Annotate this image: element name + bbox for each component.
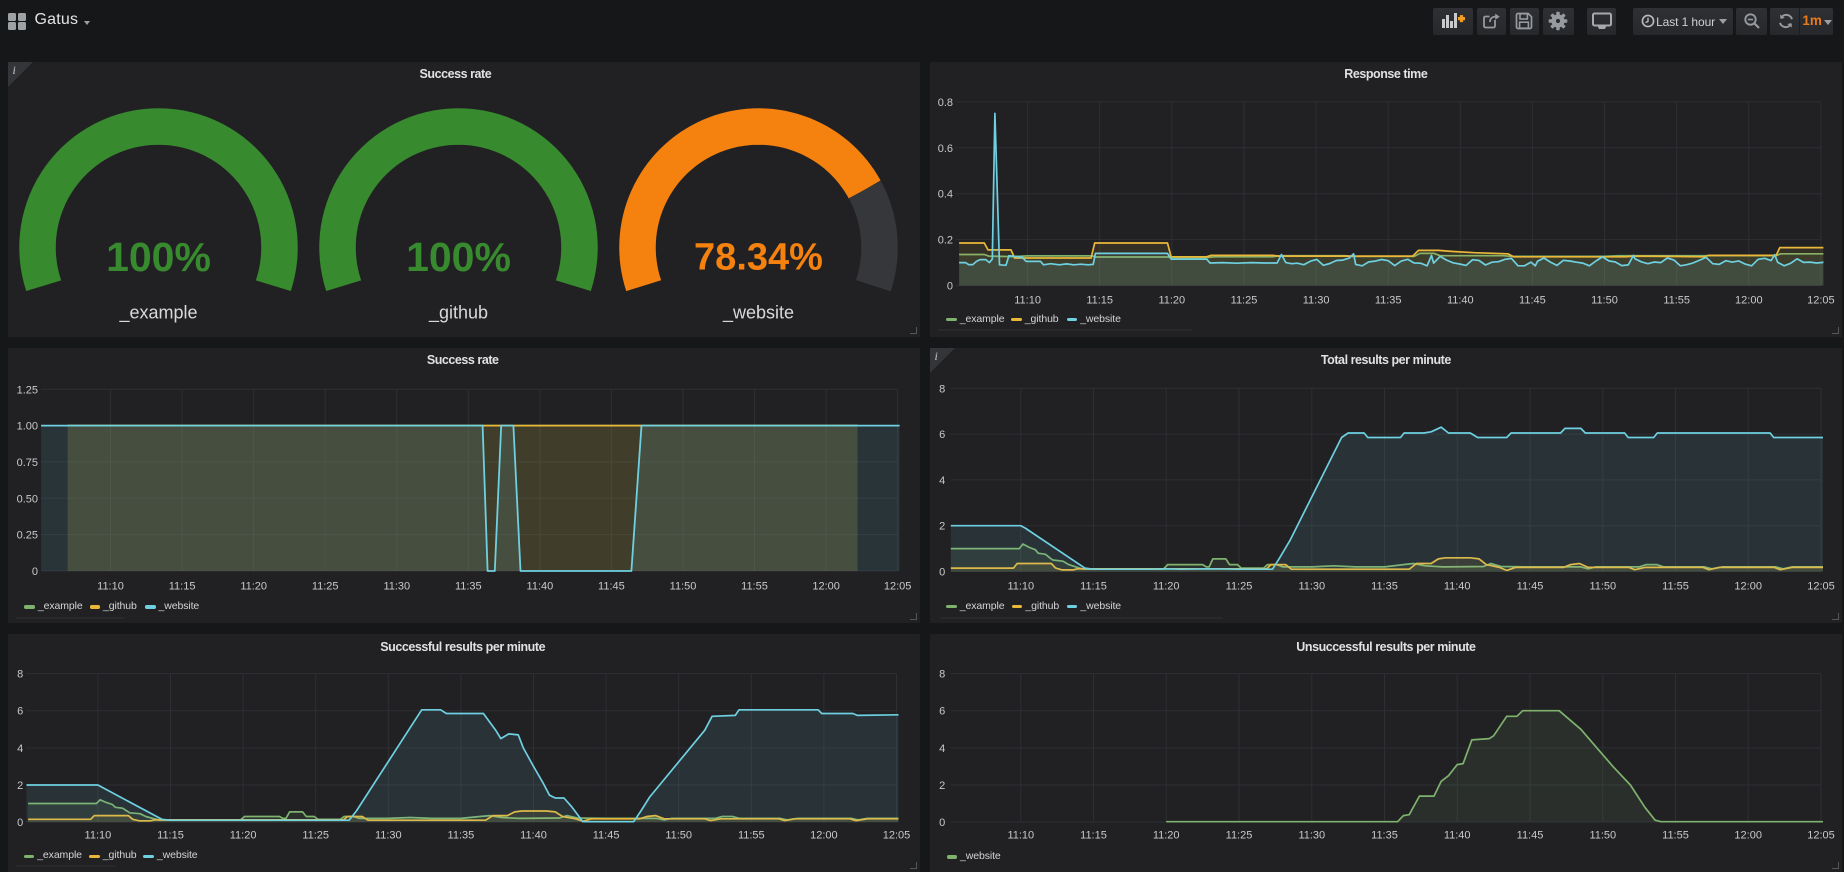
svg-text:8: 8: [939, 383, 945, 395]
svg-text:11:15: 11:15: [1080, 830, 1107, 842]
svg-text:11:40: 11:40: [1447, 294, 1474, 306]
svg-text:0.2: 0.2: [938, 234, 953, 246]
svg-text:11:20: 11:20: [1153, 830, 1180, 842]
svg-text:12:00: 12:00: [1735, 294, 1763, 306]
svg-text:11:25: 11:25: [302, 830, 329, 842]
svg-text:11:45: 11:45: [1519, 294, 1546, 306]
svg-text:11:25: 11:25: [1231, 294, 1258, 306]
svg-text:0.6: 0.6: [938, 142, 953, 154]
svg-text:11:40: 11:40: [520, 830, 547, 842]
svg-text:11:50: 11:50: [665, 830, 692, 842]
svg-text:4: 4: [939, 743, 945, 755]
svg-text:12:00: 12:00: [810, 830, 838, 842]
svg-text:11:40: 11:40: [527, 580, 554, 592]
svg-text:78.34%: 78.34%: [694, 236, 823, 278]
svg-text:11:30: 11:30: [383, 580, 410, 592]
svg-text:0: 0: [947, 280, 953, 292]
svg-text:12:00: 12:00: [1734, 580, 1762, 592]
svg-text:12:05: 12:05: [1807, 830, 1835, 842]
svg-text:11:15: 11:15: [1080, 580, 1107, 592]
svg-text:11:35: 11:35: [1371, 830, 1398, 842]
svg-text:11:25: 11:25: [1226, 830, 1253, 842]
svg-text:12:05: 12:05: [1807, 580, 1835, 592]
svg-text:11:35: 11:35: [448, 830, 475, 842]
svg-text:11:40: 11:40: [1444, 830, 1471, 842]
svg-text:12:05: 12:05: [883, 830, 911, 842]
svg-text:11:30: 11:30: [1303, 294, 1330, 306]
svg-text:0: 0: [32, 566, 38, 578]
svg-text:0.8: 0.8: [938, 96, 953, 108]
svg-text:11:50: 11:50: [1589, 580, 1616, 592]
svg-text:11:20: 11:20: [1158, 294, 1185, 306]
svg-text:11:40: 11:40: [1444, 580, 1471, 592]
svg-text:11:30: 11:30: [1298, 580, 1325, 592]
svg-text:12:00: 12:00: [812, 580, 840, 592]
svg-text:0: 0: [939, 566, 945, 578]
svg-text:6: 6: [17, 706, 23, 718]
svg-text:8: 8: [939, 669, 945, 681]
svg-text:0: 0: [939, 817, 945, 829]
svg-text:11:55: 11:55: [738, 830, 765, 842]
svg-text:_example: _example: [118, 302, 197, 323]
svg-text:11:35: 11:35: [455, 580, 482, 592]
svg-text:8: 8: [17, 669, 23, 681]
svg-text:11:45: 11:45: [1517, 830, 1544, 842]
svg-text:11:35: 11:35: [1371, 580, 1398, 592]
svg-text:11:55: 11:55: [1662, 580, 1689, 592]
svg-text:11:45: 11:45: [593, 830, 620, 842]
svg-text:11:50: 11:50: [670, 580, 697, 592]
svg-text:4: 4: [17, 743, 23, 755]
svg-text:12:05: 12:05: [1807, 294, 1835, 306]
svg-text:0.75: 0.75: [17, 456, 38, 468]
svg-text:11:50: 11:50: [1591, 294, 1618, 306]
svg-text:2: 2: [939, 780, 945, 792]
svg-text:1.25: 1.25: [17, 384, 38, 396]
svg-text:100%: 100%: [406, 234, 511, 280]
svg-text:0.25: 0.25: [17, 529, 38, 541]
svg-text:11:45: 11:45: [1517, 580, 1544, 592]
svg-text:11:30: 11:30: [1298, 830, 1325, 842]
svg-text:100%: 100%: [106, 234, 211, 280]
svg-text:11:45: 11:45: [598, 580, 625, 592]
svg-text:11:20: 11:20: [1153, 580, 1180, 592]
svg-text:11:15: 11:15: [169, 580, 196, 592]
svg-text:11:35: 11:35: [1375, 294, 1402, 306]
svg-text:11:25: 11:25: [312, 580, 339, 592]
svg-text:11:55: 11:55: [1662, 830, 1689, 842]
svg-text:2: 2: [17, 780, 23, 792]
svg-text:_website: _website: [722, 302, 794, 323]
svg-text:11:55: 11:55: [1663, 294, 1690, 306]
svg-text:0.4: 0.4: [938, 188, 953, 200]
svg-text:0: 0: [17, 817, 23, 829]
svg-text:11:30: 11:30: [375, 830, 402, 842]
svg-text:11:10: 11:10: [1007, 830, 1034, 842]
svg-text:11:50: 11:50: [1589, 830, 1616, 842]
svg-text:11:10: 11:10: [97, 580, 124, 592]
svg-text:4: 4: [939, 474, 945, 486]
svg-text:6: 6: [939, 706, 945, 718]
svg-text:_github: _github: [428, 302, 488, 323]
svg-text:12:00: 12:00: [1734, 830, 1762, 842]
svg-text:11:15: 11:15: [1086, 294, 1113, 306]
svg-text:11:10: 11:10: [85, 830, 112, 842]
svg-text:11:20: 11:20: [240, 580, 267, 592]
svg-text:11:10: 11:10: [1014, 294, 1041, 306]
svg-text:6: 6: [939, 429, 945, 441]
svg-text:11:10: 11:10: [1007, 580, 1034, 592]
svg-text:2: 2: [939, 520, 945, 532]
svg-text:11:25: 11:25: [1226, 580, 1253, 592]
svg-text:11:20: 11:20: [230, 830, 257, 842]
svg-text:11:55: 11:55: [741, 580, 768, 592]
svg-text:1.00: 1.00: [17, 420, 38, 432]
svg-text:12:05: 12:05: [884, 580, 912, 592]
svg-text:0.50: 0.50: [17, 493, 38, 505]
svg-text:11:15: 11:15: [157, 830, 184, 842]
